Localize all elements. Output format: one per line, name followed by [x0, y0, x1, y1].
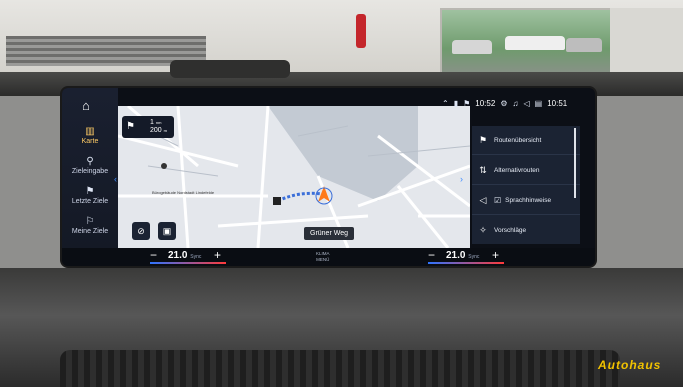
navigation-icon: ⚑	[463, 98, 471, 108]
distance-value: 1	[150, 119, 154, 126]
chevron-left-icon[interactable]: ‹	[114, 174, 117, 184]
temp-left-plus-button[interactable]: +	[214, 248, 221, 262]
menu-item-routenuebersicht[interactable]: ⚑ Routenübersicht	[472, 126, 580, 155]
sidebar-item-letzte-ziele[interactable]: ⚑ Letzte Ziele	[62, 186, 118, 205]
route-menu-panel: ⚑ Routenübersicht ⇅ Alternativrouten ◁ ☑…	[472, 126, 580, 244]
menu-item-label: Routenübersicht	[494, 136, 542, 144]
current-street-label: Grüner Weg	[304, 227, 354, 240]
recent-destinations-icon: ⚑	[85, 186, 95, 197]
mute-guidance-button[interactable]: ⊘	[132, 222, 150, 240]
temp-left-value: 21.0	[168, 250, 188, 261]
nav-sidebar: ⌂ ▥ Karte ⚲ Zieleingabe ⚑ Letzte Ziele ⚐…	[62, 88, 118, 248]
menu-item-vorschlaege[interactable]: ✧ Vorschläge	[472, 216, 580, 244]
status-bar: ⌃ ▮ ⚑ 10:52 ⚙ ♫ ◁ ▤ 10:51	[442, 96, 592, 110]
sidebar-item-meine-ziele[interactable]: ⚐ Meine Ziele	[62, 216, 118, 235]
keys-on-dashboard	[170, 60, 290, 78]
sidebar-item-label: Meine Ziele	[71, 228, 109, 235]
sidebar-item-label: Karte	[81, 138, 99, 145]
temp-left-slider[interactable]	[150, 262, 226, 264]
air-vents	[60, 350, 620, 387]
temp-right-unit: Sync	[468, 254, 480, 260]
klima-label: MENÜ	[316, 257, 330, 262]
temp-right-minus-button[interactable]: −	[428, 248, 435, 262]
temp-right-plus-button[interactable]: +	[492, 248, 499, 262]
fire-extinguisher	[356, 14, 366, 48]
klima-label: KLIMA	[316, 251, 330, 256]
alternative-routes-icon: ⇅	[479, 164, 487, 175]
infotainment-screen: ⌂ ▥ Karte ⚲ Zieleingabe ⚑ Letzte Ziele ⚐…	[62, 88, 595, 266]
background-car	[566, 38, 602, 52]
clock: 10:52	[475, 98, 496, 108]
temp-right-display: 21.0 Sync	[446, 250, 479, 261]
suggestions-icon: ✧	[479, 224, 487, 235]
sidebar-item-label: Zieleingabe	[71, 168, 109, 175]
menu-item-sprachhinweise[interactable]: ◁ ☑ Sprachhinweise	[472, 186, 580, 215]
home-icon[interactable]: ⌂	[82, 98, 90, 113]
klima-menu-button[interactable]: KLIMA MENÜ	[316, 251, 330, 263]
climate-bar: − 21.0 Sync + KLIMA MENÜ − 21.0 Sync +	[62, 248, 595, 266]
notification-icon: ▤	[534, 98, 543, 108]
music-icon: ♫	[512, 98, 519, 108]
sidebar-item-label: Letzte Ziele	[71, 198, 109, 205]
distance-unit: m	[163, 128, 167, 133]
distance-value: 200	[150, 127, 162, 134]
route-overview-icon: ⚑	[478, 134, 488, 145]
destination-flag-icon: ⚑	[126, 121, 135, 132]
menu-item-label: Alternativrouten	[494, 166, 540, 174]
search-icon: ⚲	[86, 156, 94, 167]
chevron-right-icon[interactable]: ›	[460, 174, 463, 184]
background-car	[452, 40, 492, 54]
menu-item-label: Sprachhinweise	[505, 196, 552, 204]
temp-left-unit: Sync	[190, 254, 202, 260]
watermark-logo: Autohaus	[598, 358, 662, 372]
panel-scrollbar[interactable]	[574, 128, 576, 198]
temp-left-display: 21.0 Sync	[168, 250, 201, 261]
background-car	[505, 36, 565, 50]
map-view-button[interactable]: ▣	[158, 222, 176, 240]
voice-guidance-icon: ◁	[479, 194, 487, 205]
background-door	[610, 8, 683, 78]
next-turn-card: ⚑ 1 nm 200 m	[122, 116, 174, 138]
distance-unit: nm	[155, 120, 162, 125]
my-destinations-icon: ⚐	[85, 216, 95, 227]
checkbox-checked-icon[interactable]: ☑	[494, 196, 501, 205]
mute-icon: ⊘	[137, 226, 145, 236]
clock: 10:51	[547, 98, 568, 108]
temp-right-slider[interactable]	[428, 262, 504, 264]
map-icon: ▥	[85, 126, 95, 137]
menu-item-label: Vorschläge	[494, 226, 527, 234]
temp-left-minus-button[interactable]: −	[150, 248, 157, 262]
sidebar-item-zieleingabe[interactable]: ⚲ Zieleingabe	[62, 156, 118, 175]
sidebar-item-karte[interactable]: ▥ Karte	[62, 126, 118, 145]
temp-right-value: 21.0	[446, 250, 466, 261]
map-view-icon: ▣	[162, 226, 172, 236]
wifi-icon: ⌃	[442, 98, 449, 108]
settings-icon: ⚙	[500, 98, 508, 108]
phone-icon: ▮	[453, 98, 459, 108]
volume-icon: ◁	[523, 98, 530, 108]
menu-item-alternativrouten[interactable]: ⇅ Alternativrouten	[472, 156, 580, 185]
map-poi-label: Bürogebäude Nordstadt Lindefelde	[152, 190, 215, 195]
